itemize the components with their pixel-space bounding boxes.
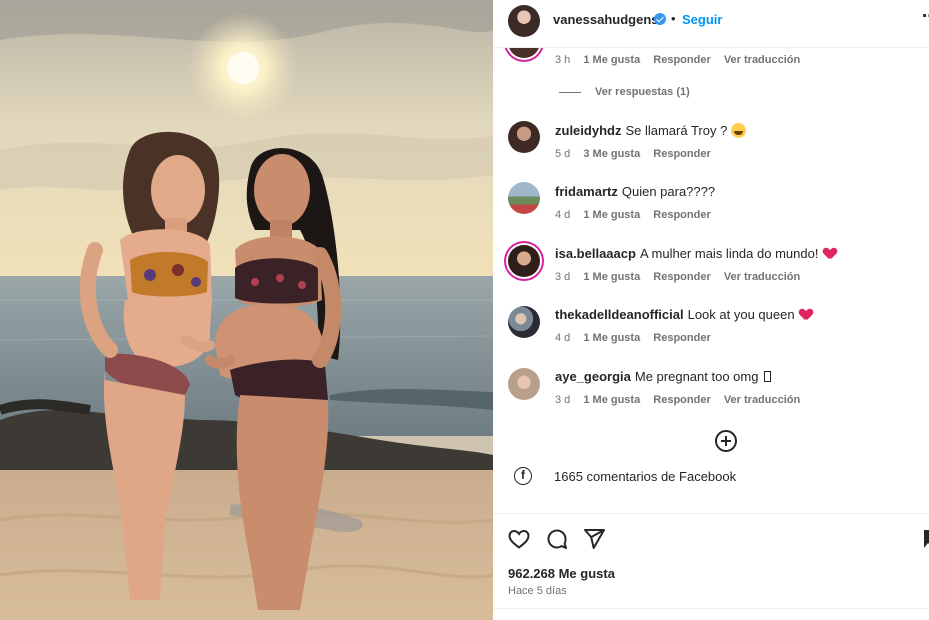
reply-button[interactable]: Responder (653, 271, 710, 283)
divider (493, 608, 929, 609)
comment-likes[interactable]: 1 Me gusta (583, 394, 640, 406)
more-options-icon[interactable]: ⋯ (922, 6, 929, 26)
comment-likes[interactable]: 1 Me gusta (583, 332, 640, 344)
commenter-avatar[interactable] (508, 245, 540, 277)
commenter-username[interactable]: thekadelldeanofficial (555, 307, 684, 322)
comment-likes[interactable]: 1 Me gusta (583, 271, 640, 283)
reply-button[interactable]: Responder (653, 209, 710, 221)
comment-likes[interactable]: 3 Me gusta (583, 148, 640, 160)
comment-text: Look at you queen (687, 307, 795, 322)
comment-likes[interactable]: 1 Me gusta (583, 54, 640, 66)
follow-button[interactable]: Seguir (682, 12, 722, 27)
commenter-username[interactable]: isa.bellaaacp (555, 246, 636, 261)
comment-text: Se llamará Troy ? (625, 123, 728, 138)
see-translation-button[interactable]: Ver traducción (724, 271, 800, 283)
comment-meta: 3 h 1 Me gusta Responder Ver traducción (555, 54, 810, 66)
red-heart-icon (824, 248, 836, 259)
reply-button[interactable]: Responder (653, 332, 710, 344)
post-sidebar: vanessahudgens • Seguir ⋯ 3 h 1 Me gusta… (493, 0, 929, 620)
comment-text: A mulher mais linda do mundo! (639, 246, 819, 261)
comment-body: zuleidyhdz Se llamará Troy ? (555, 123, 746, 139)
comment-meta: 5 d 3 Me gusta Responder (555, 148, 721, 160)
see-translation-button[interactable]: Ver traducción (724, 54, 800, 66)
commenter-username[interactable]: aye_georgia (555, 369, 631, 384)
reply-button[interactable]: Responder (653, 148, 710, 160)
heart-icon[interactable] (507, 527, 531, 551)
commenter-avatar[interactable] (508, 368, 540, 400)
comment-body: fridamartz Quien para???? (555, 184, 715, 200)
comment-meta: 4 d 1 Me gusta Responder (555, 209, 721, 221)
author-avatar[interactable] (508, 5, 540, 37)
comment-time: 3 d (555, 394, 571, 406)
facebook-comments-count[interactable]: 1665 comentarios de Facebook (554, 469, 736, 484)
post-photo (0, 0, 493, 620)
facebook-comments-row[interactable]: f 1665 comentarios de Facebook (493, 464, 929, 490)
commenter-username[interactable]: fridamartz (555, 184, 618, 199)
comment-body: aye_georgia Me pregnant too omg (555, 369, 772, 385)
red-heart-icon (800, 309, 812, 320)
post-header: vanessahudgens • Seguir ⋯ (493, 0, 929, 48)
commenter-avatar[interactable] (508, 48, 540, 58)
comment-time: 3 d (555, 271, 571, 283)
comment-time: 5 d (555, 148, 571, 160)
comment-time: 3 h (555, 54, 571, 66)
facebook-icon: f (514, 467, 532, 485)
reply-button[interactable]: Responder (653, 54, 710, 66)
see-translation-button[interactable]: Ver traducción (724, 394, 800, 406)
separator-dot: • (671, 11, 676, 26)
commenter-username[interactable]: zuleidyhdz (555, 123, 621, 138)
commenter-avatar[interactable] (508, 306, 540, 338)
likes-count[interactable]: 962.268 Me gusta (508, 566, 615, 581)
beach-photo-illustration (0, 0, 493, 620)
comment-time: 4 d (555, 332, 571, 344)
author-username[interactable]: vanessahudgens (553, 12, 659, 27)
view-replies-button[interactable]: Ver respuestas (1) (559, 86, 690, 98)
comment-text: Quien para???? (621, 184, 716, 199)
share-icon[interactable] (582, 527, 606, 551)
commenter-avatar[interactable] (508, 121, 540, 153)
comment-meta: 4 d 1 Me gusta Responder (555, 332, 721, 344)
comment-likes[interactable]: 1 Me gusta (583, 209, 640, 221)
comments-list[interactable]: 3 h 1 Me gusta Responder Ver traducción … (493, 48, 929, 513)
crying-emoji-icon (730, 123, 746, 138)
comment-meta: 3 d 1 Me gusta Responder Ver traducción (555, 271, 810, 283)
commenter-avatar[interactable] (508, 182, 540, 214)
post-timestamp: Hace 5 días (508, 585, 567, 597)
comment-meta: 3 d 1 Me gusta Responder Ver traducción (555, 394, 810, 406)
comment-icon[interactable] (545, 527, 569, 551)
comment-text: Me pregnant too omg (634, 369, 759, 384)
verified-badge-icon (654, 13, 666, 25)
comment-time: 4 d (555, 209, 571, 221)
missing-emoji-icon (764, 371, 772, 382)
comment-body: isa.bellaaacp A mulher mais linda do mund… (555, 246, 836, 262)
post-actions: 962.268 Me gusta Hace 5 días (493, 513, 929, 620)
comment-body: thekadelldeanofficial Look at you queen (555, 307, 812, 323)
bookmark-icon[interactable] (923, 527, 929, 551)
add-comment-icon[interactable] (715, 430, 737, 452)
reply-button[interactable]: Responder (653, 394, 710, 406)
